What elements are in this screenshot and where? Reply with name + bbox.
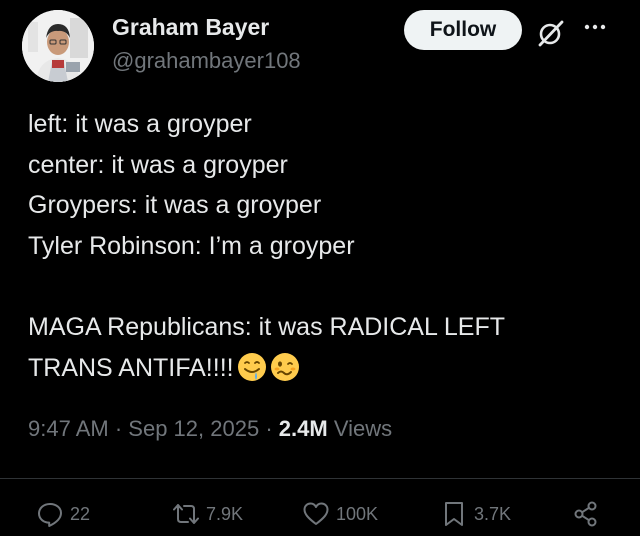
reply-icon: [38, 503, 62, 527]
repost-icon: [173, 504, 199, 524]
like-count: 100K: [336, 503, 379, 524]
tweet-line: left: it was a groyper: [28, 110, 252, 138]
repost-count: 7.9K: [206, 503, 244, 524]
share-icon: [574, 501, 597, 527]
tweet-line: TRANS ANTIFA!!!!: [28, 353, 234, 382]
tweet-line: Tyler Robinson: I’m a groyper: [28, 231, 355, 260]
share-button[interactable]: [572, 500, 606, 528]
reply-button[interactable]: 22: [36, 500, 90, 528]
user-handle[interactable]: @grahambayer108: [112, 48, 301, 74]
tweet-meta: 9:47 AM · Sep 12, 2025 · 2.4M Views: [28, 416, 392, 442]
separator-dot: ·: [114, 416, 129, 441]
tweet-time[interactable]: 9:47 AM: [28, 416, 109, 441]
bookmark-button[interactable]: 3.7K: [440, 500, 511, 528]
avatar[interactable]: [22, 10, 94, 82]
repost-button[interactable]: 7.9K: [172, 500, 243, 528]
views-label: Views: [333, 416, 393, 441]
tweet-line: Groypers: it was a groyper: [28, 191, 322, 220]
tweet-line: center: it was a groyper: [28, 150, 288, 179]
bookmark-icon: [445, 502, 463, 526]
views-count: 2.4M: [278, 416, 328, 441]
grok-icon[interactable]: [536, 18, 566, 48]
tweet-text: left: it was a groyper center: it was a …: [28, 104, 618, 388]
more-icon[interactable]: [582, 14, 608, 40]
separator-dot: ·: [265, 416, 279, 441]
like-button[interactable]: 100K: [302, 500, 378, 528]
heart-icon: [303, 502, 329, 525]
reply-count: 22: [70, 503, 91, 524]
tweet-date[interactable]: Sep 12, 2025: [128, 416, 259, 441]
tweet-last-line: TRANS ANTIFA!!!!: [28, 348, 618, 389]
display-name[interactable]: Graham Bayer: [112, 14, 269, 41]
tweet-line: MAGA Republicans: it was RADICAL LEFT: [28, 312, 506, 341]
bookmark-count: 3.7K: [474, 503, 512, 524]
follow-button[interactable]: Follow: [404, 10, 522, 50]
divider: [0, 478, 640, 479]
drooling-face-emoji: [237, 352, 266, 381]
woozy-face-emoji: [270, 352, 299, 381]
avatar-image: [22, 10, 94, 82]
